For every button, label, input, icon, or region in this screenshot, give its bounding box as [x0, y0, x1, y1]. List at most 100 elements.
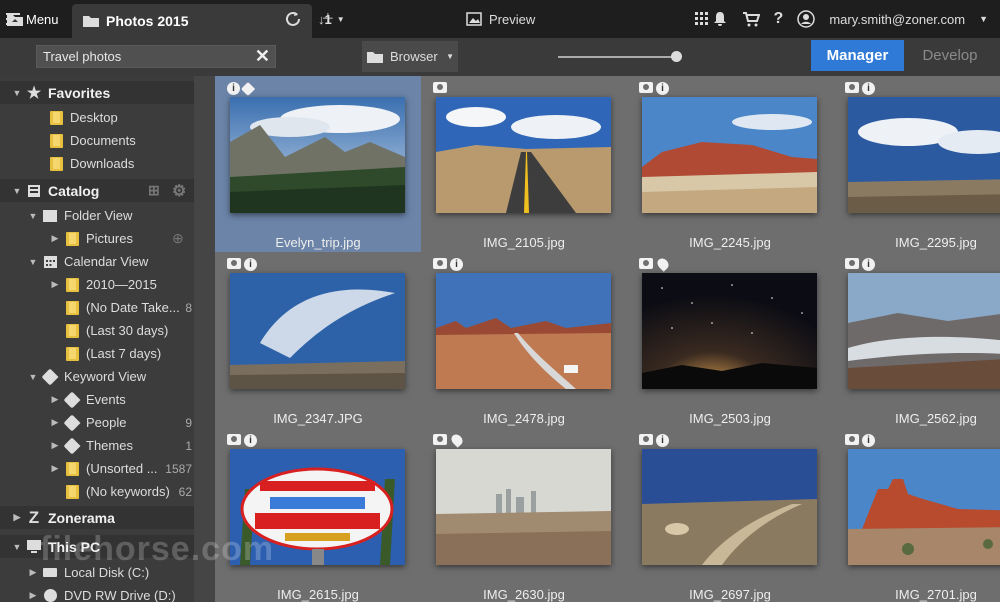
thumbnail-img-2295[interactable]: i IMG_2295.jpg: [833, 76, 1000, 252]
upload-icon[interactable]: [6, 0, 24, 38]
item-count: 1: [185, 438, 192, 453]
camera-icon[interactable]: [433, 434, 447, 445]
tag-icon[interactable]: [240, 81, 256, 96]
sidebar-item-folder-view[interactable]: ▼ Folder View: [28, 204, 133, 227]
chevron-down-icon[interactable]: ▼: [28, 211, 38, 221]
sidebar-item-no-date[interactable]: (No Date Take... 8: [60, 296, 192, 319]
sidebar-scrollbar[interactable]: [194, 76, 215, 602]
sidebar-item-pictures[interactable]: ▶ Pictures ⊕: [50, 227, 184, 250]
user-icon[interactable]: [797, 10, 816, 28]
gear-icon[interactable]: ⚙: [172, 181, 186, 201]
clear-search-icon[interactable]: ✕: [250, 46, 275, 67]
thumbnail-img-2478[interactable]: i IMG_2478.jpg: [421, 252, 627, 428]
cart-icon[interactable]: [742, 11, 760, 27]
location-pin-icon[interactable]: [449, 432, 465, 448]
chevron-down-icon[interactable]: ▼: [12, 186, 22, 196]
sort-button[interactable]: ↓1 ▼: [318, 0, 345, 38]
manager-button[interactable]: Manager: [811, 40, 904, 71]
info-icon[interactable]: i: [244, 434, 257, 447]
thumbnail-img-2245[interactable]: i IMG_2245.jpg: [627, 76, 833, 252]
help-icon[interactable]: ?: [774, 10, 784, 28]
sidebar-item-zonerama[interactable]: ▶ Z Zonerama: [0, 506, 206, 529]
sidebar-item-dvd-drive[interactable]: ▶ DVD RW Drive (D:): [28, 584, 176, 602]
thumbnail-meta: i: [433, 258, 463, 271]
sidebar-label: Calendar View: [64, 254, 149, 269]
thumbnail-img-2701[interactable]: i IMG_2701.jpg: [833, 428, 1000, 602]
chevron-right-icon[interactable]: ▶: [50, 440, 60, 451]
sidebar-item-documents[interactable]: Documents: [44, 129, 136, 152]
chevron-down-icon[interactable]: ▼: [12, 542, 22, 552]
sidebar-item-events[interactable]: ▶ Events: [50, 388, 192, 411]
chevron-right-icon[interactable]: ▶: [28, 590, 38, 601]
chevron-right-icon[interactable]: ▶: [28, 567, 38, 578]
chevron-down-icon[interactable]: ▼: [28, 257, 38, 267]
sidebar-label: (No Date Take...: [86, 300, 180, 315]
thumbnail-img-2347[interactable]: i IMG_2347.JPG: [215, 252, 421, 428]
info-icon[interactable]: i: [244, 258, 257, 271]
tab-photos-2015[interactable]: Photos 2015: [72, 4, 312, 38]
camera-icon[interactable]: [845, 82, 859, 93]
item-count: 1587: [165, 461, 192, 476]
chevron-right-icon[interactable]: ▶: [50, 463, 60, 474]
sidebar-item-calendar-view[interactable]: ▼ Calendar View: [28, 250, 149, 273]
sidebar-item-favorites[interactable]: ▼ ★ Favorites: [0, 81, 206, 104]
preview-mode-button[interactable]: Preview: [466, 0, 535, 38]
sidebar-item-no-keywords[interactable]: (No keywords) 62: [60, 480, 192, 503]
sidebar-item-catalog[interactable]: ▼ Catalog ⊞ ⚙: [0, 179, 206, 202]
info-icon[interactable]: i: [862, 434, 875, 447]
camera-icon[interactable]: [845, 258, 859, 269]
chevron-right-icon[interactable]: ▶: [50, 279, 60, 290]
thumbnail-img-2630[interactable]: IMG_2630.jpg: [421, 428, 627, 602]
sidebar-item-last-30-days[interactable]: (Last 30 days): [60, 319, 192, 342]
sidebar-item-desktop[interactable]: Desktop: [44, 106, 118, 129]
search-box: ✕: [36, 45, 276, 68]
add-folder-icon[interactable]: ⊞: [148, 182, 160, 199]
chevron-down-icon[interactable]: ▼: [12, 88, 22, 98]
info-icon[interactable]: i: [656, 82, 669, 95]
info-icon[interactable]: i: [450, 258, 463, 271]
camera-icon[interactable]: [639, 82, 653, 93]
info-icon[interactable]: i: [656, 434, 669, 447]
camera-icon[interactable]: [433, 82, 447, 93]
info-icon[interactable]: i: [227, 82, 240, 95]
browser-mode-button[interactable]: Browser ▼: [362, 41, 458, 72]
develop-button[interactable]: Develop: [905, 40, 995, 71]
camera-icon[interactable]: [639, 434, 653, 445]
slider-handle[interactable]: [671, 51, 682, 62]
thumbnail-img-2503[interactable]: IMG_2503.jpg: [627, 252, 833, 428]
sidebar-item-people[interactable]: ▶ People 9: [50, 411, 192, 434]
thumbnail-meta: [433, 432, 465, 448]
thumbnail-img-2562[interactable]: i IMG_2562.jpg: [833, 252, 1000, 428]
thumbnail-img-2697[interactable]: i IMG_2697.jpg: [627, 428, 833, 602]
chevron-down-icon[interactable]: ▼: [979, 14, 988, 24]
chevron-down-icon[interactable]: ▼: [28, 372, 38, 382]
camera-icon[interactable]: [227, 434, 241, 445]
camera-icon[interactable]: [845, 434, 859, 445]
sidebar-item-keyword-view[interactable]: ▼ Keyword View: [28, 365, 146, 388]
account-label[interactable]: mary.smith@zoner.com: [829, 12, 965, 27]
refresh-icon[interactable]: [284, 0, 302, 38]
thumbnail-img-2105[interactable]: IMG_2105.jpg: [421, 76, 627, 252]
sidebar-item-downloads[interactable]: Downloads: [44, 152, 134, 175]
view-mode-button[interactable]: ▼: [694, 0, 724, 38]
chevron-right-icon[interactable]: ▶: [50, 233, 60, 244]
camera-icon[interactable]: [433, 258, 447, 269]
sidebar-item-unsorted[interactable]: ▶ (Unsorted ... 1587: [50, 457, 192, 480]
thumbnail-evelyn-trip[interactable]: i Evelyn_trip.jpg: [215, 76, 421, 252]
chevron-right-icon[interactable]: ▶: [50, 417, 60, 428]
info-icon[interactable]: i: [862, 258, 875, 271]
thumbnail-img-2615[interactable]: i IMG_2615.jpg: [215, 428, 421, 602]
camera-icon[interactable]: [227, 258, 241, 269]
thumbnail-size-slider[interactable]: [558, 56, 676, 58]
search-input[interactable]: [37, 48, 250, 65]
info-icon[interactable]: i: [862, 82, 875, 95]
chevron-right-icon[interactable]: ▶: [12, 512, 22, 523]
sidebar-label: Desktop: [70, 110, 118, 125]
sidebar-item-themes[interactable]: ▶ Themes 1: [50, 434, 192, 457]
file-name: IMG_2105.jpg: [483, 235, 565, 250]
sidebar-item-cal-2010-2015[interactable]: ▶ 2010—2015: [50, 273, 192, 296]
chevron-right-icon[interactable]: ▶: [50, 394, 60, 405]
camera-icon[interactable]: [639, 258, 653, 269]
location-pin-icon[interactable]: [655, 256, 671, 272]
sidebar-item-last-7-days[interactable]: (Last 7 days): [60, 342, 192, 365]
